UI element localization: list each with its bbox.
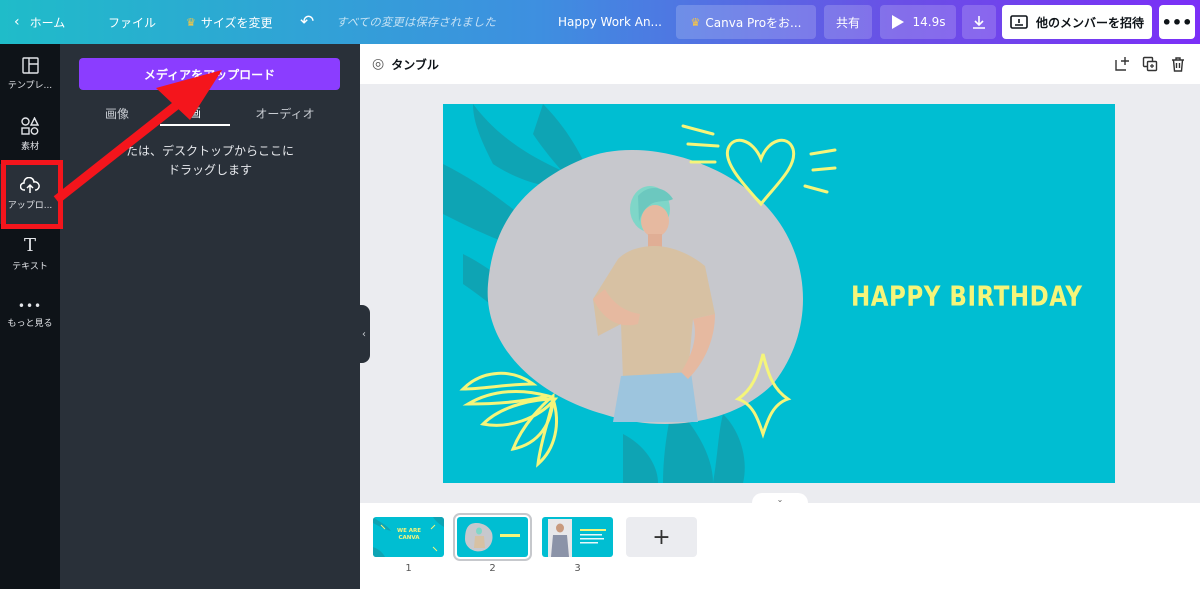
document-title[interactable]: Happy Work An... bbox=[558, 0, 662, 44]
rail-item-elements[interactable]: 素材 bbox=[0, 104, 60, 164]
thumbnail-text-line: WE ARE bbox=[397, 528, 421, 534]
tab-images[interactable]: 画像 bbox=[80, 100, 154, 126]
page-label-text: タンブル bbox=[391, 57, 439, 72]
thumbnail-text-line: CANVA bbox=[398, 535, 420, 541]
home-button[interactable]: ‹ ホーム bbox=[14, 0, 65, 44]
download-button[interactable] bbox=[962, 5, 996, 39]
tab-audio[interactable]: オーディオ bbox=[240, 100, 330, 126]
rail-label: テンプレ... bbox=[7, 81, 53, 91]
play-duration: 14.9s bbox=[912, 15, 946, 29]
crown-icon: ♛ bbox=[690, 15, 701, 29]
save-status: すべての変更は保存されました bbox=[336, 15, 496, 29]
play-icon bbox=[891, 15, 904, 29]
play-button[interactable]: 14.9s bbox=[880, 5, 956, 39]
left-rail: テンプレ... 素材 アップロ... T テキスト ••• もっと見る bbox=[0, 44, 60, 589]
duplicate-page-icon[interactable] bbox=[1140, 54, 1160, 74]
page-filmstrip: ⌄ WE ARE CANVA 1 2 3 + bbox=[360, 493, 1200, 589]
birthday-text[interactable]: HAPPY BIRTHDAY bbox=[851, 282, 1082, 313]
invite-members-button[interactable]: 他のメンバーを招待 bbox=[1002, 5, 1152, 39]
animation-icon: ◎ bbox=[372, 56, 385, 72]
rail-item-more[interactable]: ••• もっと見る bbox=[0, 284, 60, 344]
share-button[interactable]: 共有 bbox=[824, 5, 872, 39]
page-header: ◎ タンブル bbox=[360, 44, 1200, 84]
rail-label: もっと見る bbox=[7, 318, 53, 329]
expand-filmstrip-toggle[interactable]: ⌄ bbox=[752, 493, 808, 505]
canva-pro-button[interactable]: ♛ Canva Proをお... bbox=[676, 5, 816, 39]
canva-pro-label: Canva Proをお... bbox=[705, 15, 802, 30]
undo-icon[interactable]: ↶ bbox=[300, 0, 314, 44]
annotation-highlight-box bbox=[1, 160, 63, 229]
page-thumbnail-3[interactable] bbox=[542, 517, 613, 557]
drop-hint-line2: ドラッグします bbox=[167, 163, 252, 177]
page-number: 3 bbox=[574, 563, 581, 574]
add-page-icon[interactable] bbox=[1112, 54, 1132, 74]
uploads-panel: メディアをアップロード 画像 画 オーディオ たは、デスクトップからここに ドラ… bbox=[60, 44, 360, 589]
thumbnail-text: WE ARE CANVA bbox=[395, 528, 423, 542]
page-number: 2 bbox=[489, 563, 496, 574]
delete-page-icon[interactable] bbox=[1168, 54, 1188, 74]
file-menu[interactable]: ファイル bbox=[108, 0, 156, 44]
design-canvas[interactable]: HAPPY BIRTHDAY bbox=[443, 104, 1115, 483]
resize-label: サイズを変更 bbox=[200, 15, 273, 30]
invite-label: 他のメンバーを招待 bbox=[1035, 15, 1144, 30]
drop-hint-line1: たは、デスクトップからここに bbox=[125, 144, 294, 158]
collapse-panel-handle[interactable]: ‹ bbox=[358, 305, 370, 363]
add-page-button[interactable]: + bbox=[626, 517, 697, 557]
rail-item-text[interactable]: T テキスト bbox=[0, 224, 60, 284]
chevron-down-icon: ⌄ bbox=[776, 495, 784, 504]
chevron-left-icon: ‹ bbox=[362, 328, 366, 340]
rail-item-templates[interactable]: テンプレ... bbox=[0, 44, 60, 104]
page-number: 1 bbox=[405, 563, 412, 574]
top-bar: ‹ ホーム ファイル ♛ サイズを変更 ↶ すべての変更は保存されました Hap… bbox=[0, 0, 1200, 44]
upload-media-button[interactable]: メディアをアップロード bbox=[79, 58, 340, 90]
resize-button[interactable]: ♛ サイズを変更 bbox=[186, 0, 273, 44]
invite-icon bbox=[1010, 15, 1028, 29]
text-icon: T bbox=[23, 234, 36, 256]
rail-label: テキスト bbox=[12, 261, 48, 272]
thumbnail-art bbox=[465, 523, 520, 552]
shapes-icon bbox=[21, 116, 39, 135]
drop-hint: たは、デスクトップからここに ドラッグします bbox=[110, 142, 310, 180]
page-animation-label[interactable]: ◎ タンブル bbox=[372, 56, 439, 73]
page-thumbnail-1[interactable]: WE ARE CANVA bbox=[373, 517, 444, 557]
tab-videos[interactable]: 画 bbox=[160, 100, 230, 126]
thumbnail-art bbox=[548, 519, 606, 557]
home-label: ホーム bbox=[29, 15, 66, 30]
page-thumbnail-2[interactable] bbox=[453, 513, 532, 561]
download-icon bbox=[973, 16, 985, 29]
template-icon bbox=[21, 57, 39, 74]
ellipsis-icon: ••• bbox=[17, 298, 43, 313]
more-options-button[interactable]: ••• bbox=[1159, 5, 1195, 39]
chevron-left-icon: ‹ bbox=[14, 14, 20, 30]
crown-icon: ♛ bbox=[186, 15, 196, 29]
rail-label: 素材 bbox=[20, 141, 39, 152]
